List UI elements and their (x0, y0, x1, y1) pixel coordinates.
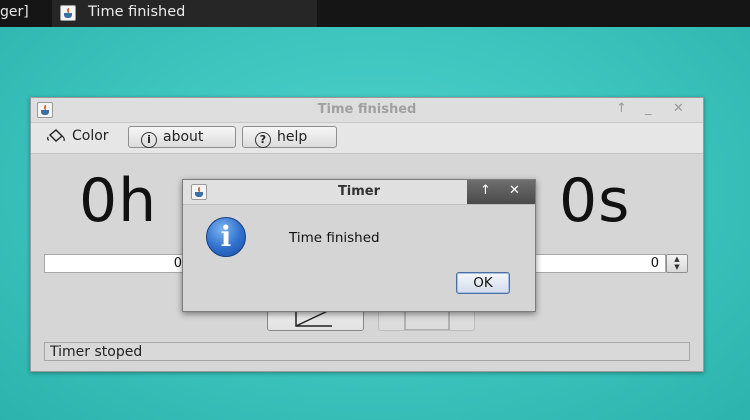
restore-icon[interactable]: ↑ (480, 183, 491, 198)
taskbar-item-label: Time finished (88, 4, 186, 20)
about-button[interactable]: i about (128, 126, 236, 148)
java-cup-icon (60, 5, 76, 21)
about-label: about (163, 129, 204, 145)
color-label: Color (72, 128, 109, 144)
dialog-message: Time finished (289, 230, 380, 246)
taskbar: ger] Time finished (0, 0, 750, 27)
main-window-titlebar[interactable]: Time finished ↑ _ ✕ (31, 98, 703, 123)
question-circle-icon: ? (255, 132, 271, 148)
spinner-up-icon[interactable]: ▲ (667, 255, 687, 263)
ok-button[interactable]: OK (456, 272, 510, 294)
toolbar: Color i about ? help (31, 123, 703, 154)
status-bar: Timer stoped (44, 342, 690, 361)
hours-display: 0h (79, 166, 158, 236)
restore-icon[interactable]: ↑ (616, 101, 627, 116)
spinner-down-icon[interactable]: ▼ (667, 263, 687, 271)
seconds-display: 0s (559, 166, 631, 236)
color-button[interactable]: Color (47, 128, 109, 144)
help-button[interactable]: ? help (242, 126, 337, 148)
close-icon[interactable]: ✕ (673, 101, 684, 116)
minimize-icon[interactable]: _ (645, 101, 652, 116)
info-icon: i (206, 217, 246, 257)
help-label: help (277, 129, 308, 145)
taskbar-item-fragment[interactable]: ger] (0, 0, 29, 27)
main-window-title: Time finished (317, 102, 417, 117)
hours-spinner-input[interactable]: 0 (44, 254, 189, 273)
dialog-controls: ↑ ✕ (467, 180, 535, 204)
dialog-titlebar[interactable]: Timer ↑ ✕ (183, 180, 535, 205)
close-icon[interactable]: ✕ (509, 183, 520, 198)
seconds-spinner-input[interactable]: 0 (531, 254, 666, 273)
taskbar-item-time-finished[interactable]: Time finished (52, 0, 317, 27)
paint-bucket-icon (47, 129, 65, 142)
info-circle-icon: i (141, 132, 157, 148)
timer-dialog: Timer ↑ ✕ i Time finished OK (182, 179, 536, 312)
seconds-spinner-arrows[interactable]: ▲ ▼ (666, 254, 688, 273)
